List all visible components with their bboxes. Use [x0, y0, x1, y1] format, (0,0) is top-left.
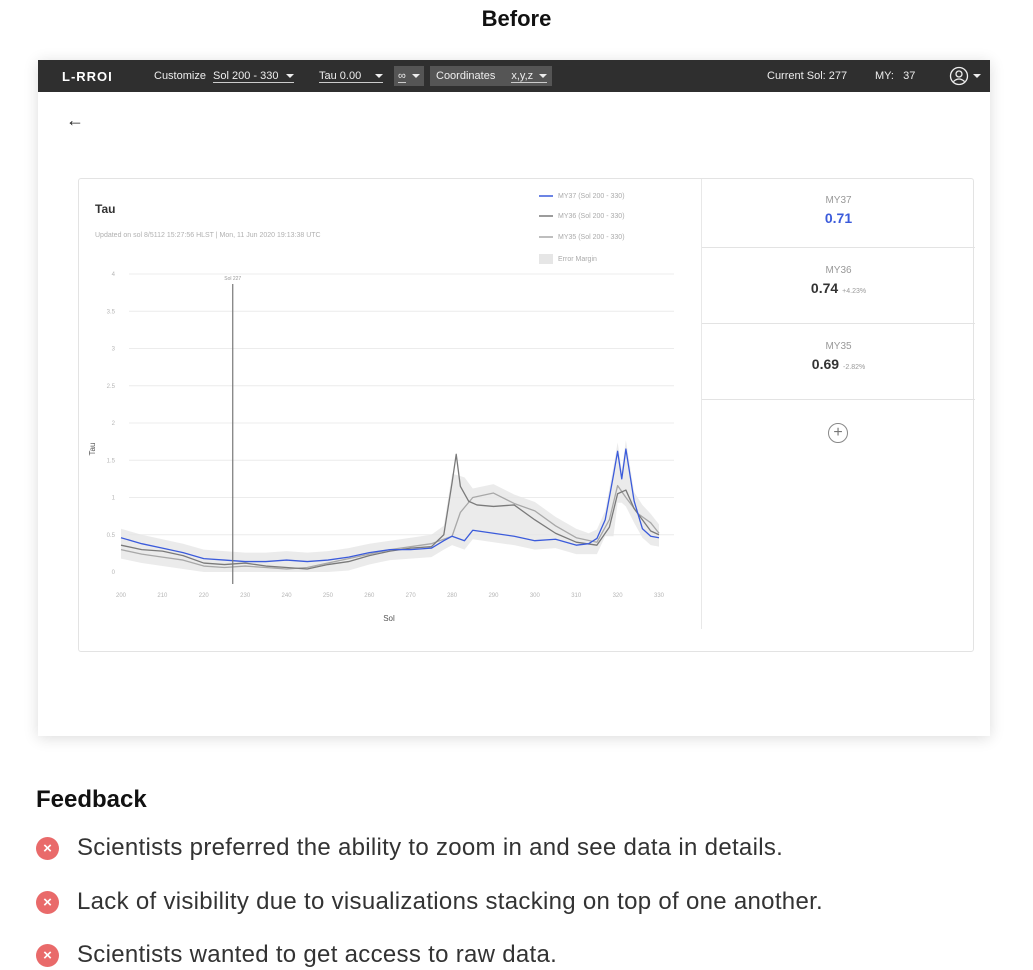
- metric-my37[interactable]: MY37 0.71: [702, 179, 975, 248]
- plus-circle-icon[interactable]: +: [828, 423, 848, 443]
- back-arrow-icon[interactable]: ←: [66, 110, 84, 131]
- metric-label: MY37: [825, 195, 852, 206]
- x-axis-label: Sol: [383, 614, 395, 623]
- customize-label: Customize: [154, 70, 206, 82]
- my-label: MY:: [875, 70, 894, 82]
- y-tick-label: 0.5: [107, 533, 116, 539]
- feedback-item: × Lack of visibility due to visualizatio…: [36, 888, 823, 916]
- metric-value: 0.69 -2.82%: [811, 356, 866, 372]
- chevron-down-icon: [375, 73, 384, 78]
- metric-label: MY36: [825, 265, 852, 276]
- metric-my36[interactable]: MY36 0.74 +4.23%: [702, 248, 975, 324]
- top-navigation-bar: L-RROI Customize Sol 200 - 330 Tau 0.00 …: [38, 60, 990, 92]
- sol-range-value: Sol 200 - 330: [213, 69, 279, 82]
- x-tick-label: 330: [654, 593, 665, 599]
- my-value: 37: [903, 70, 916, 82]
- chevron-down-icon: [539, 73, 548, 78]
- sol-cursor-label: Sol 227: [224, 276, 241, 282]
- y-tick-label: 1.5: [107, 458, 116, 464]
- y-tick-label: 3: [112, 347, 116, 353]
- metric-value: 0.74 +4.23%: [810, 280, 867, 296]
- user-menu-button[interactable]: [949, 60, 981, 92]
- tau-dropdown[interactable]: Tau 0.00: [319, 60, 384, 92]
- x-tick-label: 310: [571, 593, 582, 599]
- feedback-item: × Scientists wanted to get access to raw…: [36, 941, 557, 969]
- legend-swatch: [539, 254, 553, 264]
- feedback-item: × Scientists preferred the ability to zo…: [36, 834, 783, 862]
- y-axis-label: Tau: [88, 443, 97, 456]
- tau-value: Tau 0.00: [319, 69, 362, 82]
- metric-delta: +4.23%: [842, 288, 867, 295]
- legend-label: MY36 (Sol 200 - 330): [558, 213, 625, 220]
- feedback-text: Scientists wanted to get access to raw d…: [77, 941, 558, 968]
- y-tick-label: 1: [112, 496, 116, 502]
- error-x-icon: ×: [36, 943, 59, 967]
- coordinates-value: x,y,z: [511, 69, 534, 82]
- x-tick-label: 200: [116, 593, 127, 599]
- x-tick-label: 260: [364, 593, 375, 599]
- feedback-text: Lack of visibility due to visualizations…: [77, 888, 824, 915]
- coordinates-dropdown[interactable]: Coordinates x,y,z: [430, 66, 552, 86]
- metric-delta: -2.82%: [843, 364, 866, 371]
- x-tick-label: 270: [406, 593, 417, 599]
- y-tick-label: 2: [112, 421, 116, 427]
- tau-chart-card: Tau Updated on sol 8/5112 15:27:56 HLST …: [78, 178, 975, 653]
- error-x-icon: ×: [36, 836, 59, 860]
- x-tick-label: 290: [488, 593, 499, 599]
- current-sol-label: Current Sol:: [767, 70, 826, 82]
- infinity-value: ∞: [398, 69, 406, 83]
- metric-value: 0.71: [824, 210, 853, 226]
- x-tick-label: 250: [323, 593, 334, 599]
- legend-label: MY37 (Sol 200 - 330): [558, 193, 625, 200]
- chevron-down-icon: [973, 74, 981, 78]
- current-sol-readout: Current Sol: 277: [767, 60, 847, 92]
- user-circle-icon: [949, 66, 969, 86]
- x-tick-label: 300: [530, 593, 541, 599]
- x-tick-label: 210: [157, 593, 168, 599]
- app-window: L-RROI Customize Sol 200 - 330 Tau 0.00 …: [38, 60, 990, 736]
- feedback-title: Feedback: [36, 786, 147, 813]
- chevron-down-icon: [286, 73, 295, 78]
- y-tick-label: 0: [112, 570, 116, 576]
- legend-label: Error Margin: [558, 256, 597, 263]
- metric-my35[interactable]: MY35 0.69 -2.82%: [702, 324, 975, 400]
- feedback-text: Scientists preferred the ability to zoom…: [77, 834, 784, 861]
- page-title: Before: [481, 6, 552, 31]
- infinity-dropdown[interactable]: ∞: [394, 66, 424, 86]
- x-tick-label: 280: [447, 593, 458, 599]
- metrics-panel: MY37 0.71 MY36 0.74 +4.23% MY35 0.69 -2.82…: [701, 179, 975, 629]
- legend-label: MY35 (Sol 200 - 330): [558, 234, 625, 241]
- y-tick-label: 3.5: [107, 309, 116, 315]
- mars-year-readout: MY: 37: [875, 60, 915, 92]
- x-tick-label: 220: [199, 593, 210, 599]
- tau-line-chart[interactable]: 0 0.5 1 1.5 2 2.5 3 3.5 4 200 210 220 230 240 250 260 27…: [79, 179, 701, 653]
- sol-range-dropdown[interactable]: Sol 200 - 330: [213, 60, 295, 92]
- metric-label: MY35: [825, 341, 852, 352]
- x-tick-label: 320: [613, 593, 624, 599]
- app-logo[interactable]: L-RROI: [62, 60, 113, 92]
- chevron-down-icon: [411, 74, 420, 78]
- current-sol-value: 277: [828, 70, 848, 82]
- x-tick-label: 240: [282, 593, 293, 599]
- y-tick-label: 2.5: [107, 384, 116, 390]
- coordinates-label: Coordinates: [436, 70, 496, 82]
- error-x-icon: ×: [36, 890, 59, 914]
- y-tick-label: 4: [112, 272, 116, 278]
- x-tick-label: 230: [240, 593, 251, 599]
